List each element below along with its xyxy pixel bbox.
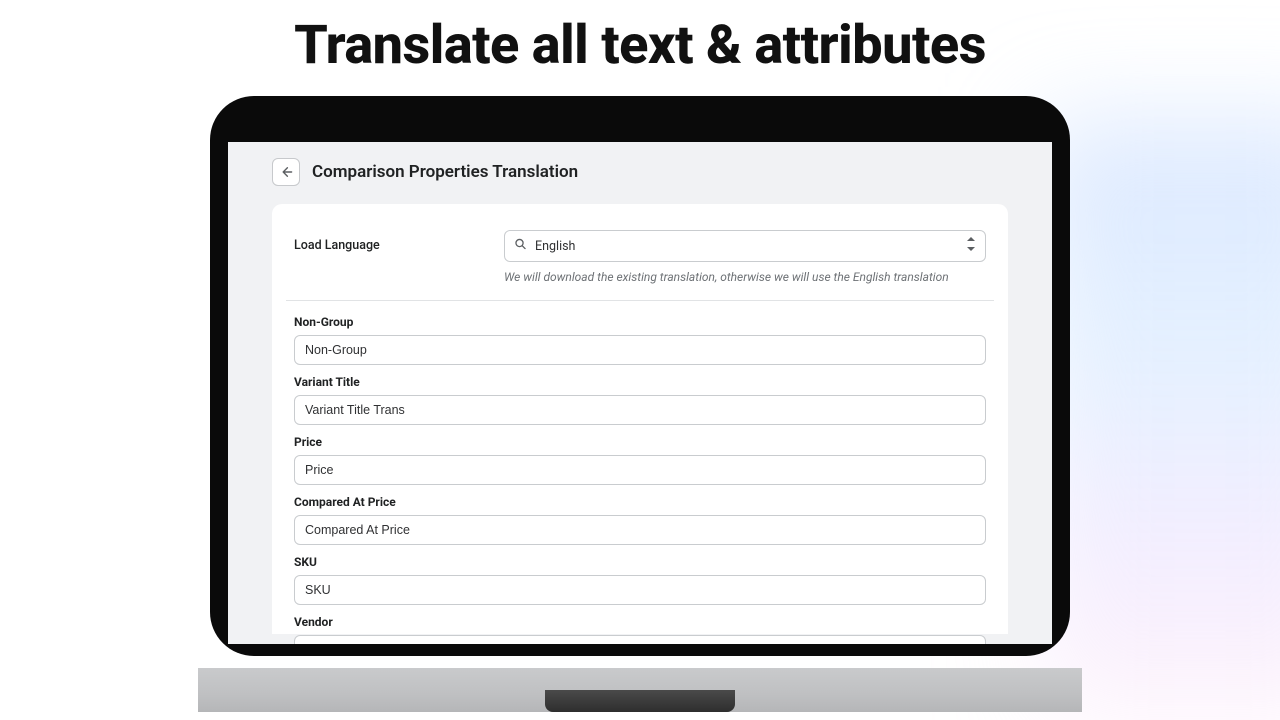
field-label: Vendor xyxy=(294,615,986,629)
load-language-row: Load Language English We will download t… xyxy=(286,230,994,301)
page-title: Comparison Properties Translation xyxy=(312,162,578,182)
laptop-notch xyxy=(545,690,735,712)
vendor-input[interactable] xyxy=(294,635,986,644)
updown-icon xyxy=(966,237,976,255)
settings-card: Load Language English We will download t… xyxy=(272,204,1008,634)
price-input[interactable] xyxy=(294,455,986,485)
field-label: Non-Group xyxy=(294,315,986,329)
field-price: Price xyxy=(286,435,994,495)
arrow-left-icon xyxy=(279,165,293,179)
field-non-group: Non-Group xyxy=(286,315,994,375)
language-select[interactable]: English xyxy=(504,230,986,262)
field-label: SKU xyxy=(294,555,986,569)
field-vendor: Vendor xyxy=(286,615,994,644)
page-header: Comparison Properties Translation xyxy=(228,142,1052,200)
promo-headline: Translate all text & attributes xyxy=(0,14,1280,77)
translation-fields: Non-Group Variant Title Price Compared A… xyxy=(286,301,994,644)
laptop-mockup: Comparison Properties Translation Load L… xyxy=(210,96,1070,656)
field-label: Variant Title xyxy=(294,375,986,389)
load-language-label: Load Language xyxy=(294,230,494,253)
field-label: Price xyxy=(294,435,986,449)
compared-at-price-input[interactable] xyxy=(294,515,986,545)
background-glow xyxy=(1040,120,1280,720)
app-screen: Comparison Properties Translation Load L… xyxy=(228,142,1052,644)
search-icon xyxy=(514,238,527,255)
field-sku: SKU xyxy=(286,555,994,615)
field-label: Compared At Price xyxy=(294,495,986,509)
field-variant-title: Variant Title xyxy=(286,375,994,435)
language-helper-text: We will download the existing translatio… xyxy=(504,270,986,284)
load-language-control: English We will download the existing tr… xyxy=(504,230,986,284)
laptop-bezel: Comparison Properties Translation Load L… xyxy=(210,96,1070,656)
variant-title-input[interactable] xyxy=(294,395,986,425)
field-compared-at-price: Compared At Price xyxy=(286,495,994,555)
non-group-input[interactable] xyxy=(294,335,986,365)
language-selected-value: English xyxy=(535,239,575,254)
back-button[interactable] xyxy=(272,158,300,186)
sku-input[interactable] xyxy=(294,575,986,605)
